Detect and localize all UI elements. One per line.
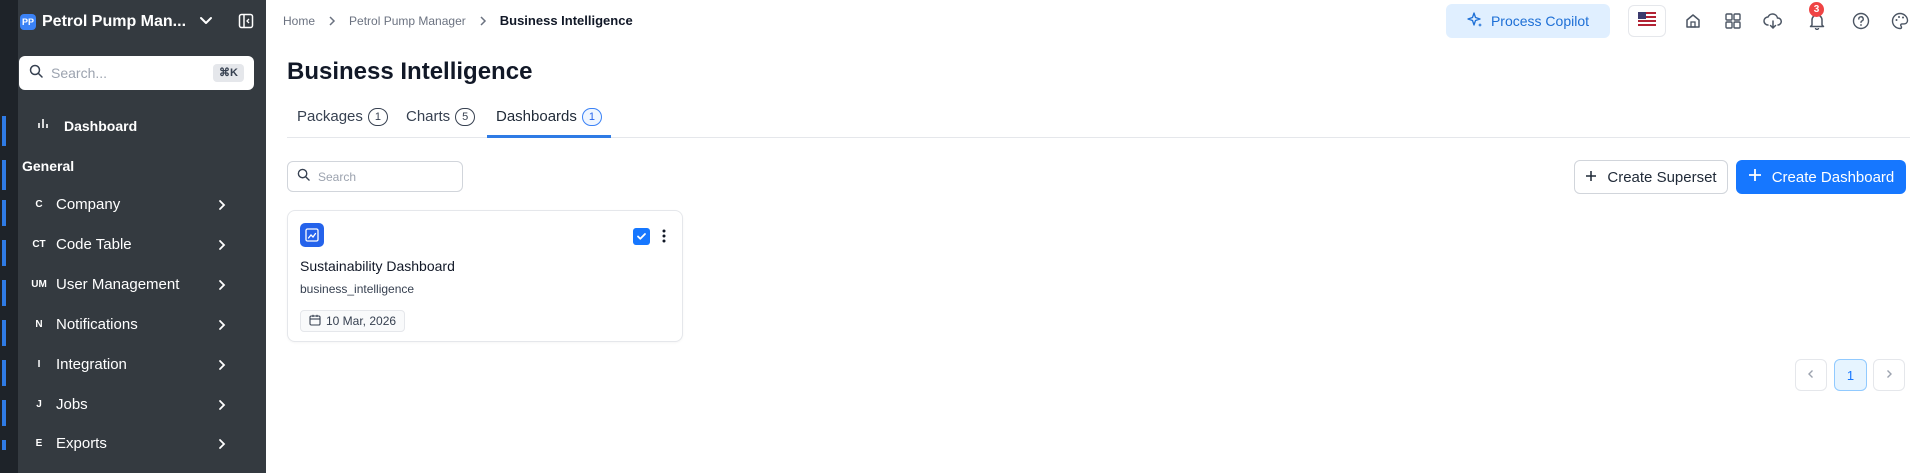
tab-count-badge: 1 (367, 108, 388, 126)
help-icon[interactable] (1848, 8, 1874, 34)
tab-label: Charts (406, 108, 451, 125)
sidebar-search[interactable]: ⌘K (19, 56, 254, 90)
dashboard-search-input[interactable] (318, 169, 458, 184)
sidebar-item-label: Dashboard (64, 117, 138, 134)
tab-label: Dashboards (496, 108, 577, 125)
sidebar-item-abbr: C (35, 198, 43, 210)
tab-packages[interactable]: Packages 1 (297, 108, 388, 138)
breadcrumb: Home Petrol Pump Manager Business Intell… (283, 13, 633, 28)
create-dashboard-button[interactable]: Create Dashboard (1736, 160, 1906, 194)
card-title: Sustainability Dashboard (300, 258, 455, 274)
sidebar-item-abbr: J (36, 398, 42, 410)
brand-name: Petrol Pump Man... (42, 13, 187, 30)
tab-count-badge: 1 (581, 108, 602, 126)
chevron-right-icon (478, 15, 488, 26)
chevron-right-icon (216, 198, 228, 216)
brand[interactable]: PP Petrol Pump Man... (20, 10, 186, 34)
tab-dashboards[interactable]: Dashboards 1 (496, 108, 602, 138)
sidebar-item-abbr: N (35, 318, 43, 330)
chevron-right-icon (216, 437, 228, 455)
notification-count-badge: 3 (1809, 2, 1824, 17)
sidebar-item-code-table[interactable]: CT Code Table (0, 224, 266, 264)
card-subtitle: business_intelligence (300, 282, 415, 296)
search-shortcut-badge: ⌘K (213, 64, 244, 82)
chevron-down-icon[interactable] (198, 12, 214, 33)
breadcrumb-app[interactable]: Petrol Pump Manager (349, 14, 466, 28)
create-dashboard-label: Create Dashboard (1771, 168, 1895, 186)
card-select-checkbox[interactable] (633, 228, 650, 245)
sidebar-item-company[interactable]: C Company (0, 184, 266, 224)
sidebar-item-label: Code Table (56, 235, 132, 253)
chevron-right-icon (216, 318, 228, 336)
home-icon[interactable] (1680, 8, 1706, 34)
sparkle-icon (1467, 11, 1483, 31)
language-selector[interactable] (1628, 5, 1666, 37)
sidebar: PP Petrol Pump Man... ⌘K Dashboard Gener… (0, 0, 266, 473)
sidebar-item-jobs[interactable]: J Jobs (0, 384, 266, 424)
sidebar-item-label: User Management (56, 275, 180, 293)
sidebar-search-input[interactable] (51, 65, 201, 81)
app-root: PP Petrol Pump Man... ⌘K Dashboard Gener… (0, 0, 1927, 473)
search-icon (297, 168, 310, 186)
sidebar-item-notifications[interactable]: N Notifications (0, 304, 266, 344)
tab-charts[interactable]: Charts 5 (406, 108, 476, 138)
search-icon (29, 64, 43, 83)
chevron-right-icon (327, 15, 337, 26)
chevron-right-icon (1884, 366, 1894, 384)
brand-logo-icon: PP (20, 14, 36, 30)
us-flag-icon (1638, 11, 1656, 31)
chevron-right-icon (216, 278, 228, 296)
create-superset-label: Create Superset (1607, 168, 1717, 186)
sidebar-item-label: Exports (56, 434, 107, 452)
card-date-label: 10 Mar, 2026 (326, 314, 397, 328)
palette-icon[interactable] (1887, 8, 1913, 34)
card-date-tag: 10 Mar, 2026 (300, 310, 406, 332)
bar-chart-icon (36, 116, 50, 135)
chevron-right-icon (216, 358, 228, 376)
chevron-right-icon (216, 238, 228, 256)
create-superset-button[interactable]: Create Superset (1574, 160, 1728, 194)
sidebar-item-integration[interactable]: I Integration (0, 344, 266, 384)
cloud-download-icon[interactable] (1760, 8, 1786, 34)
plus-icon (1585, 169, 1597, 186)
pagination-page-current[interactable]: 1 (1834, 359, 1867, 391)
sidebar-item-label: Company (56, 195, 121, 213)
sidebar-item-label: Notifications (56, 315, 138, 333)
page-title: Business Intelligence (287, 58, 533, 85)
more-options-icon[interactable] (659, 226, 669, 246)
sidebar-item-abbr: CT (32, 238, 46, 250)
sidebar-item-abbr: I (37, 358, 41, 370)
apps-grid-icon[interactable] (1720, 8, 1746, 34)
chevron-right-icon (216, 398, 228, 416)
sidebar-item-user-management[interactable]: UM User Management (0, 264, 266, 304)
breadcrumb-current: Business Intelligence (499, 13, 633, 28)
tab-label: Packages (297, 108, 363, 125)
active-tab-indicator (487, 135, 611, 138)
pagination-next-button[interactable] (1873, 359, 1905, 391)
process-copilot-label: Process Copilot (1490, 13, 1590, 29)
sidebar-collapse-icon[interactable] (238, 13, 254, 34)
sidebar-item-abbr: E (35, 437, 43, 449)
sidebar-item-abbr: UM (31, 278, 47, 290)
breadcrumb-home[interactable]: Home (283, 14, 315, 28)
pagination-prev-button[interactable] (1795, 359, 1827, 391)
dashboard-card[interactable]: Sustainability Dashboard business_intell… (287, 210, 683, 342)
sidebar-item-label: Integration (56, 355, 127, 373)
tab-count-badge: 5 (455, 108, 476, 126)
chart-icon (300, 223, 324, 247)
sidebar-section-title: General (22, 158, 75, 174)
sidebar-item-dashboard[interactable]: Dashboard (36, 116, 137, 135)
sidebar-item-exports[interactable]: E Exports (0, 423, 266, 463)
process-copilot-button[interactable]: Process Copilot (1446, 4, 1610, 38)
dashboard-search[interactable] (287, 161, 463, 192)
calendar-icon (309, 314, 321, 329)
plus-icon (1748, 168, 1762, 186)
chevron-left-icon (1806, 366, 1816, 384)
sidebar-item-label: Jobs (56, 395, 88, 413)
